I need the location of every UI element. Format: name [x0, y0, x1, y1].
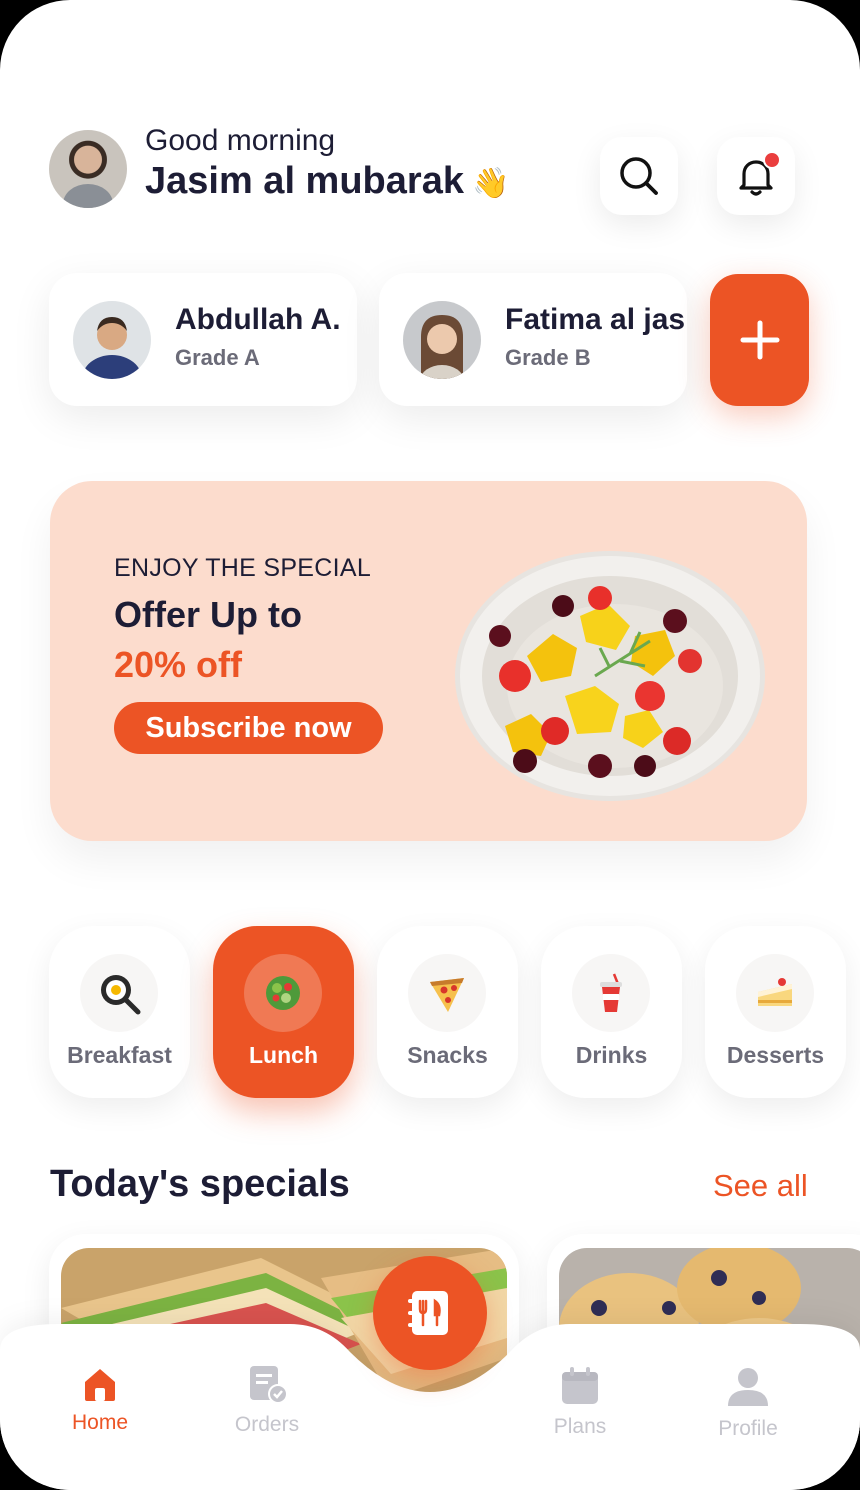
category-label: Snacks	[407, 1042, 488, 1068]
nav-label: Profile	[718, 1417, 778, 1440]
greeting-text: Good morning	[145, 124, 336, 157]
add-child-button[interactable]	[710, 274, 809, 406]
category-snacks[interactable]: Snacks	[377, 926, 518, 1098]
plus-icon	[740, 320, 779, 360]
child-card-abdullah[interactable]: Abdullah A. Grade A	[49, 273, 357, 406]
search-button[interactable]	[600, 137, 678, 215]
user-avatar[interactable]	[49, 130, 127, 208]
nav-profile[interactable]: Profile	[688, 1366, 808, 1441]
profile-icon	[728, 1368, 768, 1406]
category-label: Breakfast	[67, 1042, 172, 1068]
child-avatar	[403, 301, 481, 379]
notifications-button[interactable]	[717, 137, 795, 215]
category-breakfast[interactable]: Breakfast	[49, 926, 190, 1098]
nav-home[interactable]: Home	[40, 1366, 160, 1435]
banner-title: Offer Up to	[114, 594, 302, 635]
cake-slice-icon	[736, 954, 814, 1032]
menu-fab-button[interactable]	[373, 1256, 487, 1370]
pizza-slice-icon	[408, 954, 486, 1032]
user-name-text: Jasim al mubarak	[145, 160, 464, 202]
calendar-icon	[562, 1367, 598, 1404]
drink-cup-icon	[572, 954, 650, 1032]
category-desserts[interactable]: Desserts	[705, 926, 846, 1098]
category-lunch[interactable]: Lunch	[213, 926, 354, 1098]
child-name: Abdullah A.	[175, 303, 341, 336]
banner-kicker: ENJOY THE SPECIAL	[114, 554, 372, 582]
search-icon	[620, 157, 658, 195]
child-card-fatima[interactable]: Fatima al jasim Grade B	[379, 273, 687, 406]
subscribe-button[interactable]: Subscribe now	[114, 702, 383, 754]
app-screen: Good morning Jasim al mubarak 👋 Abdullah …	[0, 0, 860, 1490]
child-grade: Grade A	[175, 345, 260, 370]
nav-label: Plans	[553, 1415, 607, 1438]
user-name: Jasim al mubarak 👋	[145, 160, 509, 203]
nav-plans[interactable]: Plans	[520, 1366, 640, 1439]
frying-pan-icon	[80, 954, 158, 1032]
nav-label: Orders	[234, 1413, 300, 1436]
promo-banner[interactable]: ENJOY THE SPECIAL Offer Up to 20% off Su…	[50, 481, 807, 841]
nav-orders[interactable]: Orders	[207, 1364, 327, 1437]
see-all-link[interactable]: See all	[713, 1168, 808, 1204]
nav-label: Home	[71, 1411, 129, 1434]
category-label: Drinks	[575, 1042, 648, 1068]
home-icon	[85, 1369, 115, 1401]
notification-dot	[763, 151, 781, 169]
wave-emoji: 👋	[471, 167, 510, 200]
child-avatar	[73, 301, 151, 379]
salad-bowl-icon	[244, 954, 322, 1032]
banner-discount: 20% off	[114, 644, 243, 685]
category-label: Desserts	[726, 1042, 825, 1068]
specials-title: Today's specials	[50, 1163, 350, 1205]
category-drinks[interactable]: Drinks	[541, 926, 682, 1098]
orders-icon	[250, 1366, 288, 1404]
fruit-bowl-image	[455, 551, 765, 801]
child-name: Fatima al jasim	[505, 303, 687, 336]
menu-book-icon	[408, 1291, 448, 1335]
category-label: Lunch	[249, 1042, 318, 1068]
child-grade: Grade B	[505, 345, 591, 370]
